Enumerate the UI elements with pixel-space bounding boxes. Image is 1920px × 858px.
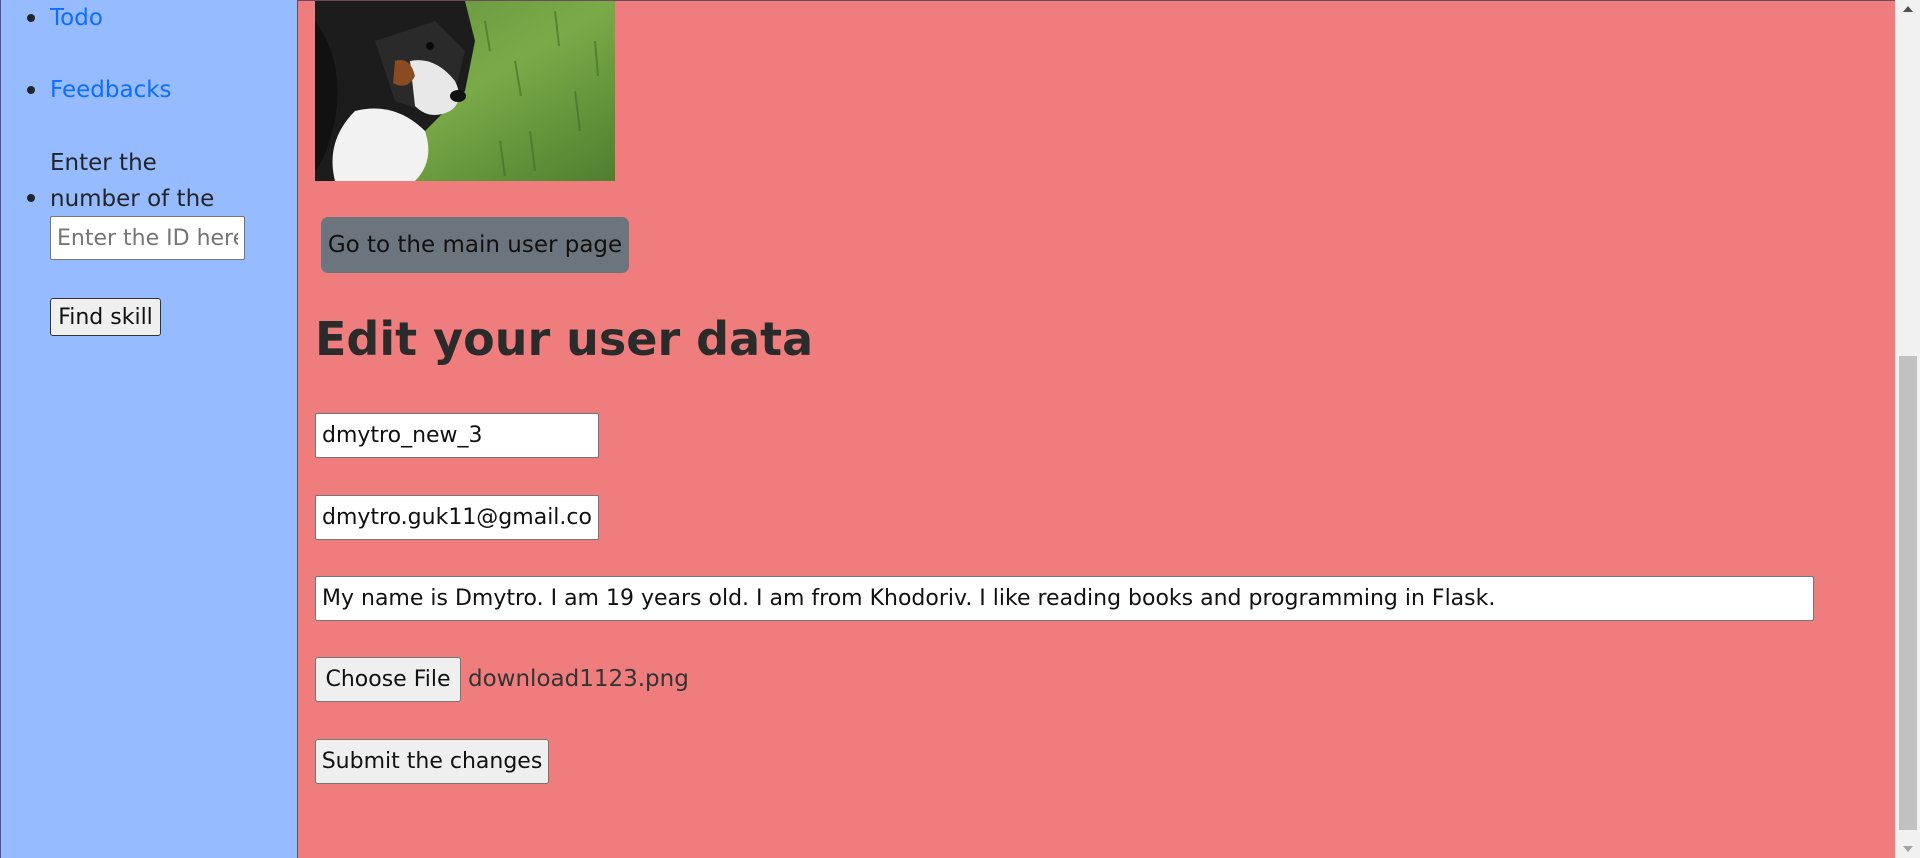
scroll-thumb[interactable] <box>1899 356 1917 830</box>
email-input[interactable] <box>315 495 599 540</box>
page: Todo Feedbacks Enter the number of the s… <box>0 0 1920 858</box>
username-input[interactable] <box>315 413 599 458</box>
submit-changes-button[interactable]: Submit the changes <box>315 739 549 784</box>
main-user-page-button[interactable]: Go to the main user page <box>321 217 629 273</box>
user-avatar-image <box>315 1 615 181</box>
list-bullet <box>27 194 35 202</box>
skill-id-input[interactable] <box>50 216 245 260</box>
choose-file-button[interactable]: Choose File <box>315 657 461 702</box>
selected-file-name: download1123.png <box>468 666 689 692</box>
about-input[interactable] <box>315 576 1814 621</box>
find-skill-button[interactable]: Find skill <box>50 298 161 336</box>
list-bullet <box>27 14 35 22</box>
sidebar: Todo Feedbacks Enter the number of the s… <box>0 0 298 858</box>
list-bullet <box>27 86 35 94</box>
page-title: Edit your user data <box>315 312 814 366</box>
sidebar-link-feedbacks[interactable]: Feedbacks <box>50 76 172 104</box>
vertical-scrollbar[interactable] <box>1895 0 1920 858</box>
sidebar-link-todo[interactable]: Todo <box>50 4 103 32</box>
scroll-down-arrow-icon[interactable] <box>1903 846 1913 852</box>
scroll-up-arrow-icon[interactable] <box>1903 6 1913 12</box>
main-content: Go to the main user page Edit your user … <box>298 0 1895 858</box>
